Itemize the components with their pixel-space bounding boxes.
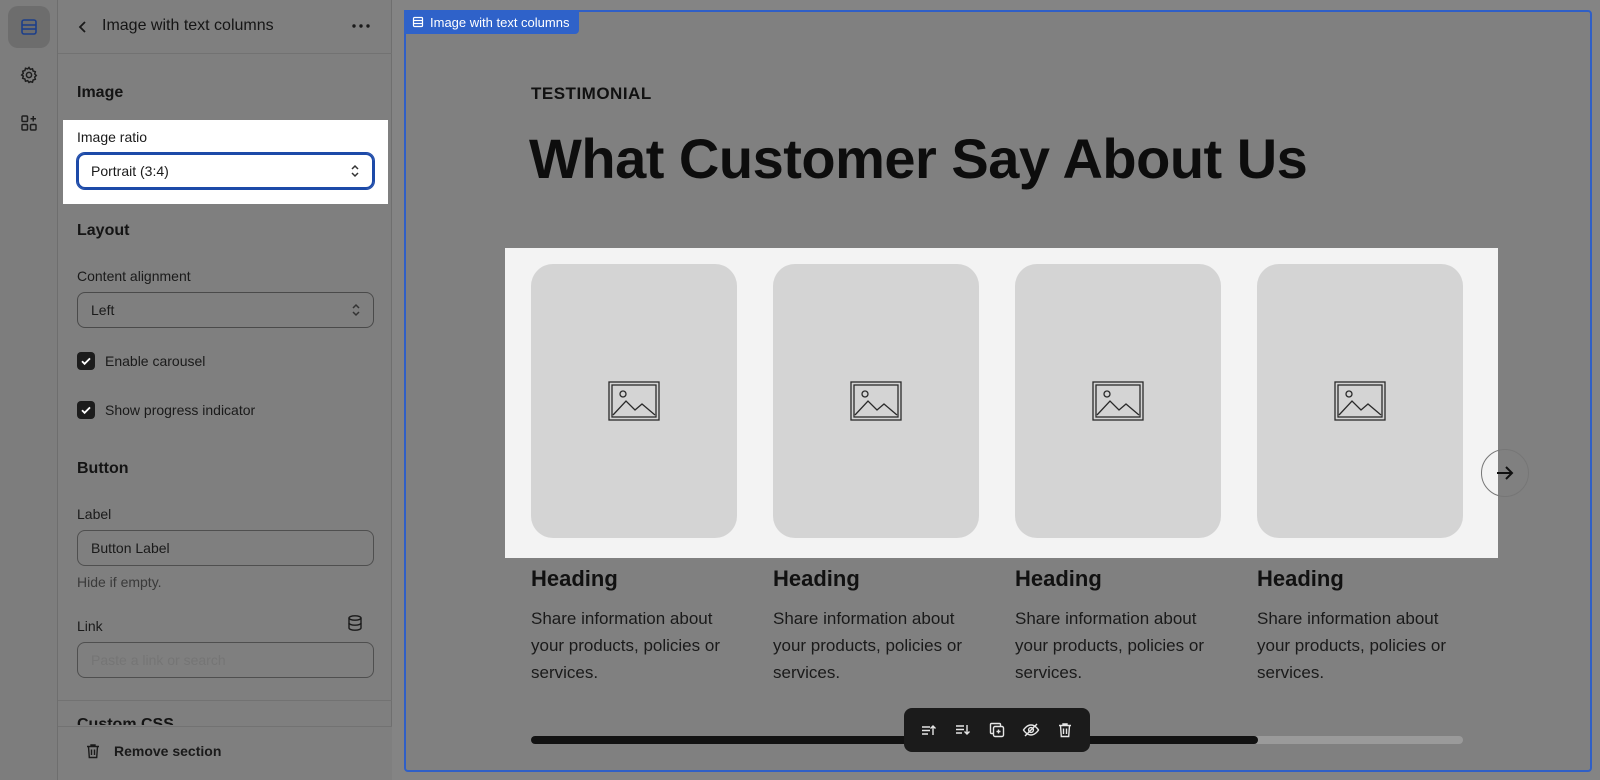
section-headline: What Customer Say About Us — [529, 127, 1308, 190]
card-text: Share information about your products, p… — [1015, 609, 1204, 682]
card-heading: Heading — [1015, 566, 1102, 591]
checkmark-icon — [81, 406, 91, 415]
hide-button[interactable] — [1017, 716, 1045, 744]
image-ratio-label: Image ratio — [77, 129, 148, 145]
gear-icon — [20, 66, 38, 84]
button-label-helper: Hide if empty. — [77, 574, 162, 590]
enable-carousel-row[interactable]: Enable carousel — [77, 352, 205, 370]
button-section-title: Button — [77, 460, 129, 477]
more-horizontal-icon — [352, 24, 370, 28]
section-toolbar — [904, 708, 1090, 752]
sections-button[interactable] — [8, 6, 50, 48]
remove-section-button[interactable]: Remove section — [84, 742, 221, 760]
image-ratio-select[interactable]: Portrait (3:4) — [77, 153, 374, 189]
card-heading: Heading — [1257, 566, 1344, 591]
carousel-progress-fill — [531, 736, 1258, 744]
carousel-next-button[interactable] — [1481, 449, 1529, 497]
enable-carousel-checkbox[interactable] — [77, 352, 95, 370]
link-label: Link — [77, 618, 103, 634]
move-up-icon — [922, 725, 936, 735]
card-image[interactable] — [1015, 264, 1221, 538]
link-input[interactable] — [77, 642, 374, 678]
card-image[interactable] — [1257, 264, 1463, 538]
image-placeholder-icon — [1092, 381, 1144, 421]
image-ratio-value: Portrait (3:4) — [91, 163, 169, 179]
arrow-right-icon — [1497, 466, 1514, 480]
settings-button[interactable] — [8, 54, 50, 96]
remove-section-label: Remove section — [114, 743, 222, 759]
apps-button[interactable] — [8, 102, 50, 144]
duplicate-button[interactable] — [983, 716, 1011, 744]
panel-header: Image with text columns — [58, 0, 392, 54]
content-alignment-value: Left — [91, 302, 115, 318]
move-up-button[interactable] — [915, 716, 943, 744]
show-progress-label: Show progress indicator — [105, 402, 256, 418]
move-down-icon — [956, 725, 970, 735]
panel-divider — [58, 700, 392, 701]
card-heading: Heading — [531, 566, 618, 591]
image-placeholder-icon — [608, 381, 660, 421]
card-text: Share information about your products, p… — [773, 609, 962, 682]
trash-icon — [1059, 723, 1071, 738]
checkmark-icon — [81, 357, 91, 366]
settings-panel: Image with text columns Image Image rati… — [58, 0, 392, 780]
duplicate-icon — [989, 722, 1005, 738]
section-tag-label: Image with text columns — [430, 14, 570, 30]
button-label-label: Label — [77, 506, 112, 522]
delete-button[interactable] — [1051, 716, 1079, 744]
sections-icon — [412, 16, 424, 28]
move-down-button[interactable] — [949, 716, 977, 744]
next-section-title: Custom CSS — [77, 716, 174, 725]
card-heading: Heading — [773, 566, 860, 591]
icon-rail — [0, 0, 58, 780]
card-image[interactable] — [531, 264, 737, 538]
image-section-title: Image — [77, 84, 124, 101]
button-label-input[interactable] — [77, 530, 374, 566]
card-text: Share information about your products, p… — [531, 609, 720, 682]
image-placeholder-icon — [1334, 381, 1386, 421]
more-button[interactable] — [348, 14, 374, 38]
apps-icon — [21, 115, 37, 131]
show-progress-row[interactable]: Show progress indicator — [77, 401, 255, 419]
hide-icon — [1022, 723, 1040, 737]
dynamic-source-icon[interactable] — [346, 614, 364, 632]
section-tag[interactable]: Image with text columns — [404, 10, 580, 34]
content-alignment-label: Content alignment — [77, 268, 191, 284]
enable-carousel-label: Enable carousel — [105, 353, 206, 369]
show-progress-checkbox[interactable] — [77, 401, 95, 419]
chevron-updown-icon — [352, 303, 360, 317]
chevron-left-icon — [78, 21, 86, 33]
trash-icon — [87, 744, 99, 759]
layout-section-title: Layout — [77, 222, 130, 239]
card-text: Share information about your products, p… — [1257, 609, 1446, 682]
image-placeholder-icon — [850, 381, 902, 421]
panel-title: Image with text columns — [102, 17, 274, 34]
content-alignment-select[interactable]: Left — [77, 292, 374, 328]
chevron-updown-icon — [351, 164, 359, 178]
sections-icon — [21, 19, 37, 35]
card-image[interactable] — [773, 264, 979, 538]
back-button[interactable] — [72, 16, 94, 38]
section-eyebrow: TESTIMONIAL — [531, 84, 652, 103]
